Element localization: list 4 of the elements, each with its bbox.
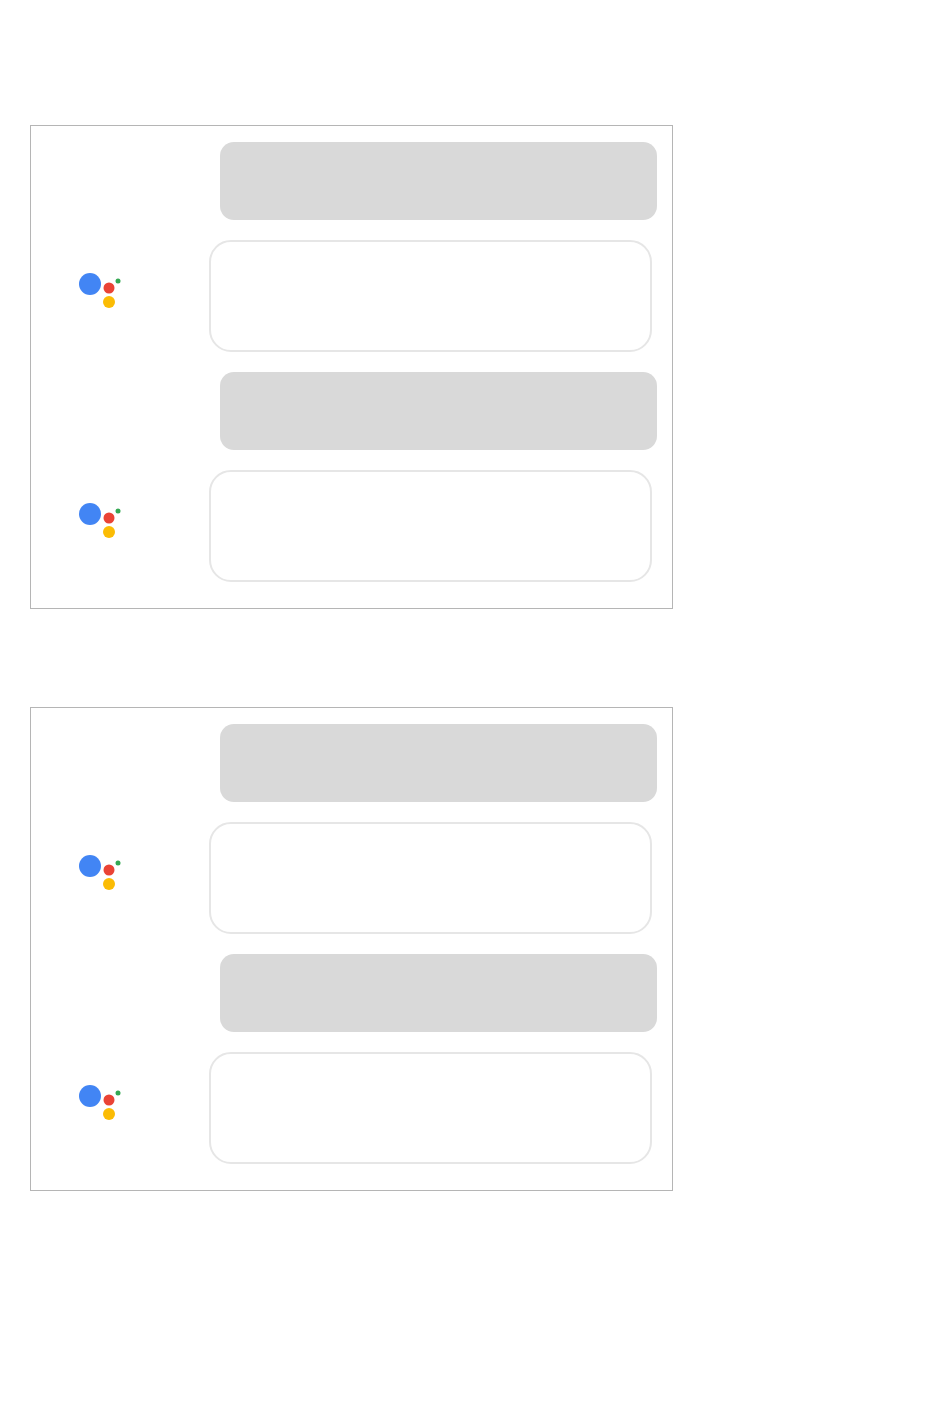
dots-icon (79, 855, 123, 891)
dots-icon (79, 273, 123, 309)
dots-icon (79, 1085, 123, 1121)
dots-icon (79, 503, 123, 539)
